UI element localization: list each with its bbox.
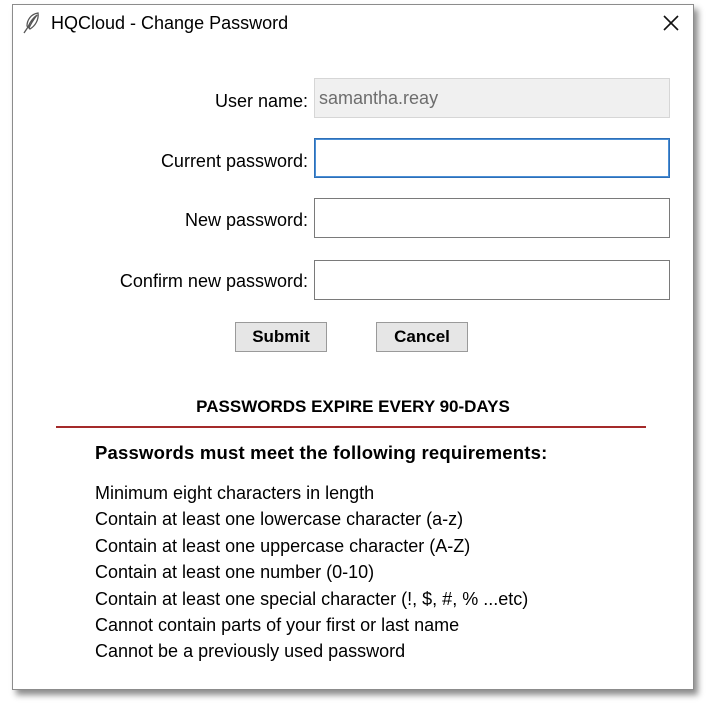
current-password-label: Current password: [160, 151, 308, 171]
cancel-button[interactable]: Cancel [376, 322, 468, 352]
current-password-field[interactable] [314, 138, 670, 178]
requirement-item: Contain at least one special character (… [95, 588, 529, 609]
change-password-dialog: HQCloud - Change Password User name: Cur… [12, 4, 694, 690]
divider [56, 426, 646, 428]
feather-icon [21, 11, 43, 35]
submit-button[interactable]: Submit [235, 322, 327, 352]
requirement-item: Contain at least one uppercase character… [95, 535, 471, 556]
new-password-label: New password: [184, 210, 308, 230]
confirm-password-field[interactable] [314, 260, 670, 300]
new-password-field[interactable] [314, 198, 670, 238]
title-bar[interactable]: HQCloud - Change Password [13, 5, 693, 41]
requirement-item: Minimum eight characters in length [95, 483, 375, 503]
close-icon[interactable] [655, 9, 687, 37]
confirm-password-label: Confirm new password: [119, 271, 308, 291]
username-label: User name: [214, 91, 308, 111]
requirement-item: Contain at least one lowercase character… [95, 509, 464, 530]
requirement-item: Cannot contain parts of your first or la… [95, 615, 460, 636]
expiry-notice: PASSWORDS EXPIRE EVERY 90-DAYS [196, 397, 510, 416]
username-field [314, 78, 670, 118]
requirements-list: Minimum eight characters in length Conta… [95, 480, 528, 665]
requirements-title: Passwords must meet the following requir… [95, 442, 548, 463]
requirement-item: Contain at least one number (0-10) [95, 562, 375, 583]
window-title: HQCloud - Change Password [51, 13, 289, 33]
requirement-item: Cannot be a previously used password [95, 641, 406, 662]
